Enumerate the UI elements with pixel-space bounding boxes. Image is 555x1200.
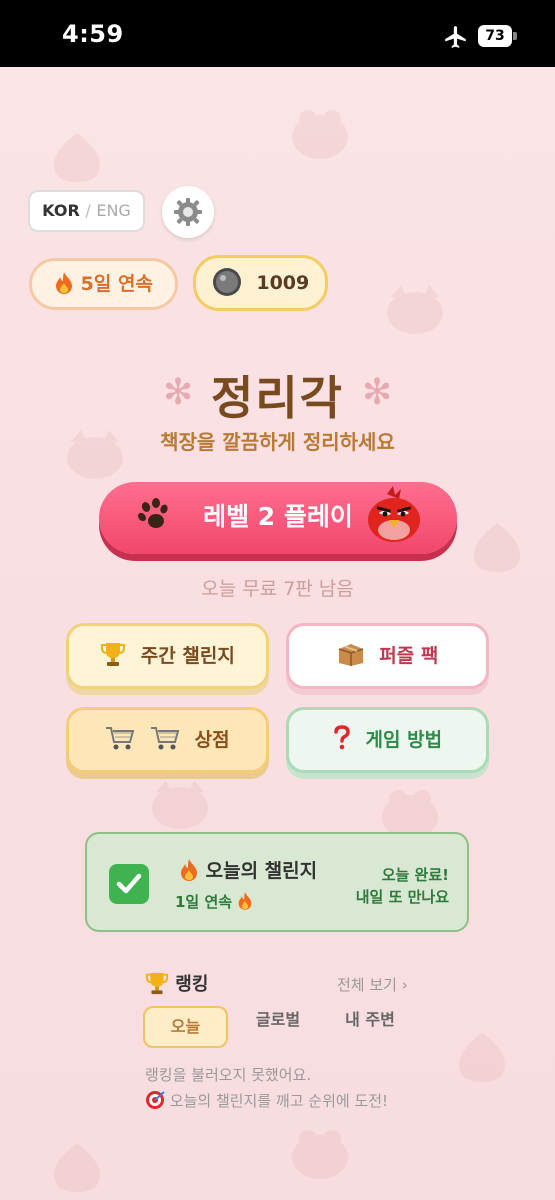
tab-today[interactable]: 오늘	[143, 1006, 228, 1048]
cart-icon	[151, 726, 180, 749]
free-plays-remaining: 오늘 무료 7판 남음	[201, 578, 354, 600]
ranking-cta: 오늘의 챌린지를 깨고 순위에 도전!	[169, 1092, 389, 1110]
airplane-icon	[445, 26, 466, 48]
settings-button[interactable]	[162, 186, 214, 238]
lang-kor[interactable]: KOR	[42, 201, 80, 220]
streak-text: 5일 연속	[80, 273, 153, 295]
background-decoration	[50, 130, 105, 185]
puzzle-pack-button[interactable]: 퍼즐 팩	[286, 623, 489, 689]
fire-icon	[56, 271, 73, 294]
coin-balance: 1009	[193, 255, 328, 311]
play-label: 레벨 2 플레이	[203, 502, 353, 531]
background-decoration	[50, 1140, 105, 1195]
lang-eng[interactable]: ENG	[96, 201, 130, 220]
tab-nearby[interactable]: 내 주변	[330, 1006, 410, 1048]
daily-challenge-card[interactable]: 오늘의 챌린지 1일 연속 오늘 완료! 내일 또 만나요	[85, 832, 469, 932]
language-toggle[interactable]: KOR / ENG	[28, 190, 145, 232]
fire-icon	[238, 891, 252, 910]
target-icon	[146, 1090, 165, 1109]
shop-button[interactable]: 상점	[66, 707, 269, 773]
trophy-icon	[145, 972, 169, 995]
challenge-done-text: 오늘 완료! 내일 또 만나요	[356, 864, 449, 908]
background-decoration	[470, 520, 525, 575]
battery-indicator: 73	[478, 25, 512, 47]
app-title: 정리각	[211, 371, 344, 425]
tab-global[interactable]: 글로벌	[238, 1006, 318, 1048]
ranking-title-text: 랭킹	[175, 974, 209, 995]
ranking-error-message: 랭킹을 불러오지 못했어요.	[145, 1066, 312, 1084]
ranking-cta-row: 오늘의 챌린지를 깨고 순위에 도전!	[145, 1090, 388, 1112]
ranking-title: 랭킹	[145, 970, 208, 997]
status-bar: 4:59 73	[0, 0, 555, 67]
ranking-view-all-link[interactable]: 전체 보기 ›	[337, 974, 408, 995]
weekly-challenge-label: 주간 챌린지	[140, 645, 235, 667]
checkmark-icon	[109, 864, 149, 904]
challenge-done-line1: 오늘 완료!	[381, 866, 449, 884]
fire-icon	[181, 858, 197, 881]
how-to-play-label: 게임 방법	[365, 729, 443, 751]
red-bird-icon	[368, 486, 420, 542]
background-decoration	[455, 1030, 510, 1085]
challenge-title-row: 오늘의 챌린지	[179, 856, 317, 884]
background-decoration	[385, 285, 445, 335]
battery-tip	[513, 32, 517, 40]
gear-icon	[174, 198, 202, 226]
challenge-title: 오늘의 챌린지	[205, 860, 318, 882]
cart-icon	[106, 726, 135, 749]
challenge-done-line2: 내일 또 만나요	[355, 888, 449, 906]
challenge-streak-row: 1일 연속	[175, 891, 253, 913]
trophy-icon	[101, 642, 126, 666]
question-icon	[334, 724, 350, 749]
background-decoration	[150, 780, 210, 830]
streak-badge: 5일 연속	[29, 258, 178, 310]
how-to-play-button[interactable]: 게임 방법	[286, 707, 489, 773]
weekly-challenge-button[interactable]: 주간 챌린지	[66, 623, 269, 689]
background-decoration	[290, 105, 350, 160]
puzzle-pack-label: 퍼즐 팩	[379, 645, 439, 667]
coin-count: 1009	[256, 272, 310, 294]
challenge-streak: 1일 연속	[175, 893, 233, 911]
app-subtitle: 책장을 깔끔하게 정리하세요	[160, 430, 395, 454]
title-row: 정리각	[0, 362, 555, 428]
coin-icon	[212, 267, 241, 296]
box-icon	[338, 643, 363, 666]
status-time: 4:59	[62, 20, 124, 48]
paw-icon	[138, 498, 168, 528]
lang-separator: /	[85, 201, 91, 220]
background-decoration	[290, 1125, 350, 1180]
shop-label: 상점	[194, 729, 230, 751]
